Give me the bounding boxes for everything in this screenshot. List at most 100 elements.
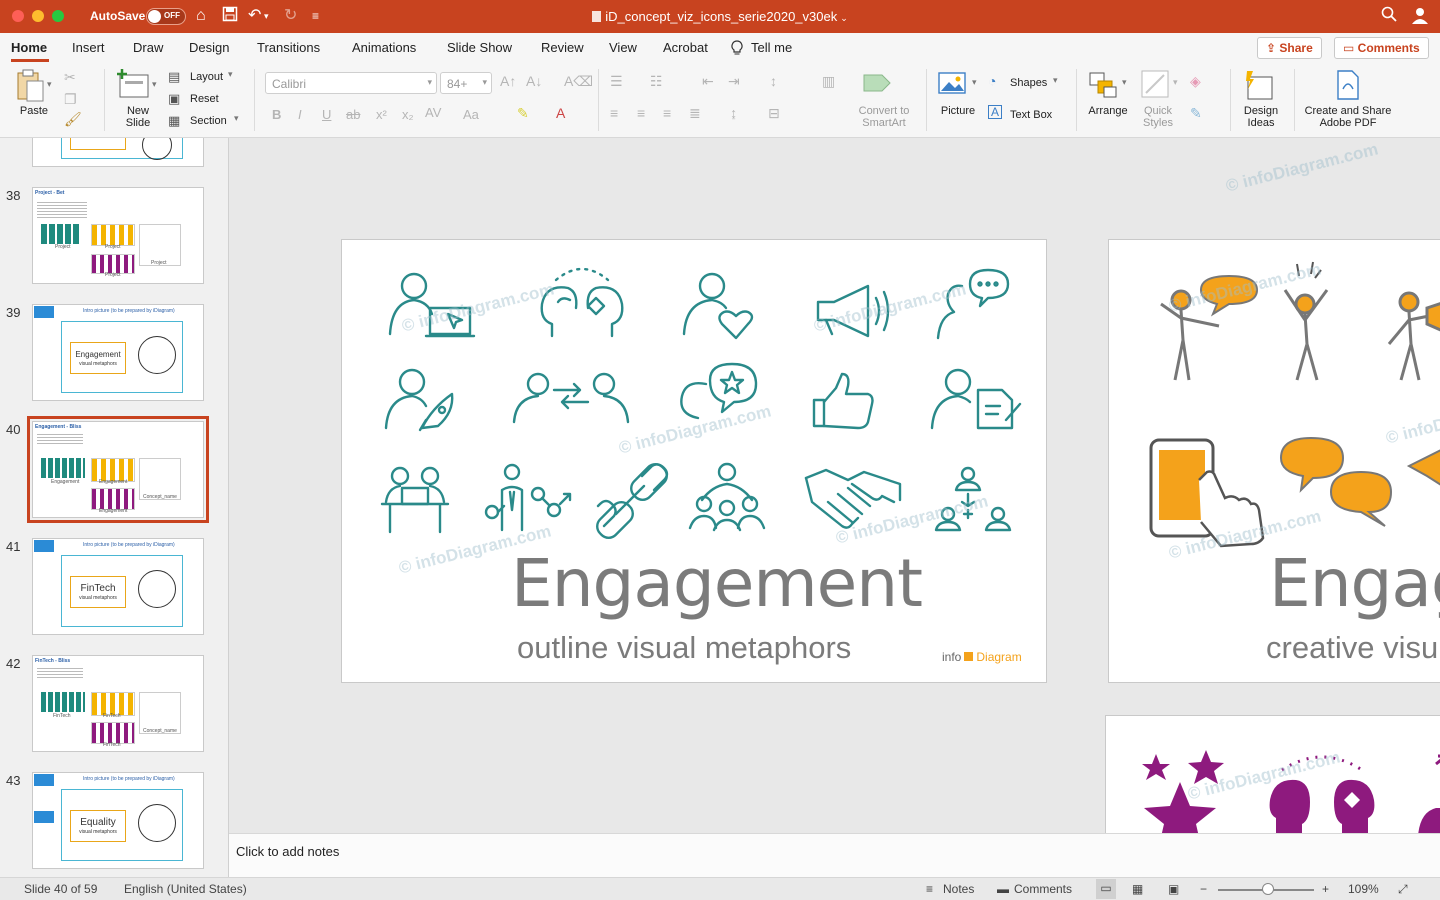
shape-outline-icon[interactable]: ✎ (1190, 105, 1202, 122)
align-left-icon[interactable]: ≡ (610, 105, 618, 121)
new-slide-dropdown-icon[interactable]: ▾ (152, 79, 157, 90)
numbering-icon[interactable]: ☷ (650, 73, 663, 90)
slide-thumbnail-41[interactable]: Intro picture (to be prepared by iDiagra… (32, 538, 204, 635)
comments-button[interactable]: ▭ Comments (1334, 37, 1429, 59)
copy-icon[interactable]: ❐ (64, 91, 77, 108)
slide-thumbnail-39[interactable]: Intro picture (to be prepared by iDiagra… (32, 304, 204, 401)
shape-fill-icon[interactable]: ◈ (1190, 73, 1201, 90)
zoom-in-icon[interactable]: + (1322, 882, 1329, 896)
title-chevron-icon[interactable]: ⌄ (840, 13, 848, 23)
layout-dropdown-icon[interactable]: ▾ (228, 69, 233, 80)
tab-view[interactable]: View (609, 40, 637, 55)
thumb-caption: Engagement (99, 508, 128, 514)
quick-styles-button[interactable]: Quick Styles (1132, 105, 1184, 129)
slide-thumbnail-partial[interactable] (32, 138, 204, 167)
format-painter-icon[interactable]: 🖌 (64, 111, 82, 128)
slide-thumbnail-42[interactable]: FinTech - Bliss FinTech FinTech FinTech … (32, 655, 204, 752)
character-spacing-icon[interactable]: AV (425, 105, 441, 120)
clear-formatting-icon[interactable]: A⌫ (564, 73, 593, 90)
zoom-out-icon[interactable]: − (1200, 882, 1207, 896)
decrease-indent-icon[interactable]: ⇤ (702, 73, 714, 90)
logo-info: info (942, 650, 962, 664)
zoom-slider-handle[interactable] (1262, 883, 1274, 895)
fit-to-window-icon[interactable]: ⤢ (1398, 882, 1408, 897)
slide-thumbnail-pane[interactable]: 38 Project - Bet Project Project Project… (0, 138, 229, 877)
zoom-level[interactable]: 109% (1348, 882, 1379, 896)
slide-canvas[interactable]: © infoDiagram.com © infoDiagram.com © in… (229, 138, 1440, 833)
subscript-icon[interactable]: x₂ (402, 107, 414, 122)
share-button[interactable]: ⇪ Share (1257, 37, 1322, 59)
comments-toggle[interactable]: Comments (1014, 882, 1072, 896)
picture-button[interactable]: Picture (934, 105, 982, 117)
picture-dropdown-icon[interactable]: ▾ (972, 77, 977, 88)
tell-me-search[interactable]: Tell me (751, 40, 792, 55)
person-rocket-icon (384, 368, 454, 432)
align-center-icon[interactable]: ≡ (637, 105, 645, 121)
shapes-button[interactable]: Shapes (1010, 77, 1047, 89)
line-spacing-icon[interactable]: ↕ (770, 73, 777, 89)
italic-icon[interactable]: I (298, 107, 302, 122)
decrease-font-icon[interactable]: A↓ (526, 73, 542, 89)
tab-animations[interactable]: Animations (352, 40, 416, 55)
shapes-dropdown-icon[interactable]: ▾ (1053, 75, 1058, 86)
convert-smartart-button[interactable]: Convert to SmartArt (852, 105, 916, 129)
create-share-pdf-button[interactable]: Create and Share Adobe PDF (1300, 105, 1396, 129)
bold-icon[interactable]: B (272, 107, 281, 122)
normal-view-icon[interactable]: ▭ (1096, 879, 1116, 899)
person-document-icon (930, 368, 1022, 430)
thumb-label-box (70, 138, 126, 150)
bullets-icon[interactable]: ☰ (610, 73, 623, 90)
slide-sorter-icon[interactable]: ▦ (1132, 882, 1143, 896)
justify-icon[interactable]: ≣ (689, 105, 701, 122)
reset-button[interactable]: Reset (190, 93, 219, 105)
layout-button[interactable]: Layout (190, 71, 223, 83)
slideshow-view-icon[interactable]: ▣ (1168, 882, 1179, 896)
section-button[interactable]: Section (190, 115, 227, 127)
tab-draw[interactable]: Draw (133, 40, 163, 55)
tab-slide-show[interactable]: Slide Show (447, 40, 512, 55)
strikethrough-icon[interactable]: ab (346, 107, 360, 122)
change-case-icon[interactable]: Aa (463, 107, 479, 122)
paste-dropdown-icon[interactable]: ▾ (47, 79, 52, 90)
align-text-icon[interactable]: ⊟ (768, 105, 780, 122)
slide-main[interactable]: © infoDiagram.com © infoDiagram.com © in… (341, 239, 1047, 683)
quick-styles-dropdown-icon[interactable]: ▾ (1173, 77, 1178, 88)
font-name-dropdown[interactable]: Calibri ▾ (265, 72, 437, 94)
increase-indent-icon[interactable]: ⇥ (728, 73, 740, 90)
slide-creative[interactable]: © infoDiagram.com © infoDiagram.com © in… (1108, 239, 1440, 683)
text-box-button[interactable]: Text Box (1010, 109, 1052, 121)
arrange-button[interactable]: Arrange (1082, 105, 1134, 117)
tab-transitions[interactable]: Transitions (257, 40, 320, 55)
tab-design[interactable]: Design (189, 40, 229, 55)
tab-acrobat[interactable]: Acrobat (663, 40, 708, 55)
highlight-icon[interactable]: ✎ (517, 105, 529, 122)
notes-toggle-icon[interactable]: ≡ (926, 882, 933, 896)
font-size-dropdown[interactable]: 84+ ▾ (440, 72, 492, 94)
superscript-icon[interactable]: x² (376, 107, 387, 122)
arrange-dropdown-icon[interactable]: ▾ (1122, 77, 1127, 88)
tab-review[interactable]: Review (541, 40, 584, 55)
cut-icon[interactable]: ✂ (64, 69, 76, 86)
tab-insert[interactable]: Insert (72, 40, 105, 55)
design-ideas-button[interactable]: Design Ideas (1236, 105, 1286, 129)
search-icon[interactable] (1381, 6, 1397, 28)
text-direction-icon[interactable]: ↨ (730, 105, 737, 121)
notes-placeholder[interactable]: Click to add notes (236, 844, 339, 859)
tab-home[interactable]: Home (11, 40, 47, 55)
increase-font-icon[interactable]: A↑ (500, 73, 516, 89)
notes-toggle[interactable]: Notes (943, 882, 974, 896)
account-icon[interactable] (1411, 6, 1429, 30)
font-color-icon[interactable]: A (556, 105, 565, 121)
underline-icon[interactable]: U (322, 107, 331, 122)
language-indicator[interactable]: English (United States) (124, 882, 247, 896)
section-dropdown-icon[interactable]: ▾ (234, 113, 239, 124)
slide-purple[interactable]: © infoDiagram.com (1105, 715, 1440, 833)
slide-thumbnail-40[interactable]: Engagement - Bliss Engagement Engagement… (27, 416, 209, 523)
align-right-icon[interactable]: ≡ (663, 105, 671, 121)
slide-thumbnail-38[interactable]: Project - Bet Project Project Project Pr… (32, 187, 204, 284)
notes-pane[interactable]: Click to add notes (229, 833, 1440, 877)
slide-thumbnail-43[interactable]: Intro picture (to be prepared by iDiagra… (32, 772, 204, 869)
columns-icon[interactable]: ▥ (822, 73, 835, 90)
comments-toggle-icon[interactable]: ▬ (997, 882, 1009, 896)
slide-number: 39 (6, 305, 21, 320)
